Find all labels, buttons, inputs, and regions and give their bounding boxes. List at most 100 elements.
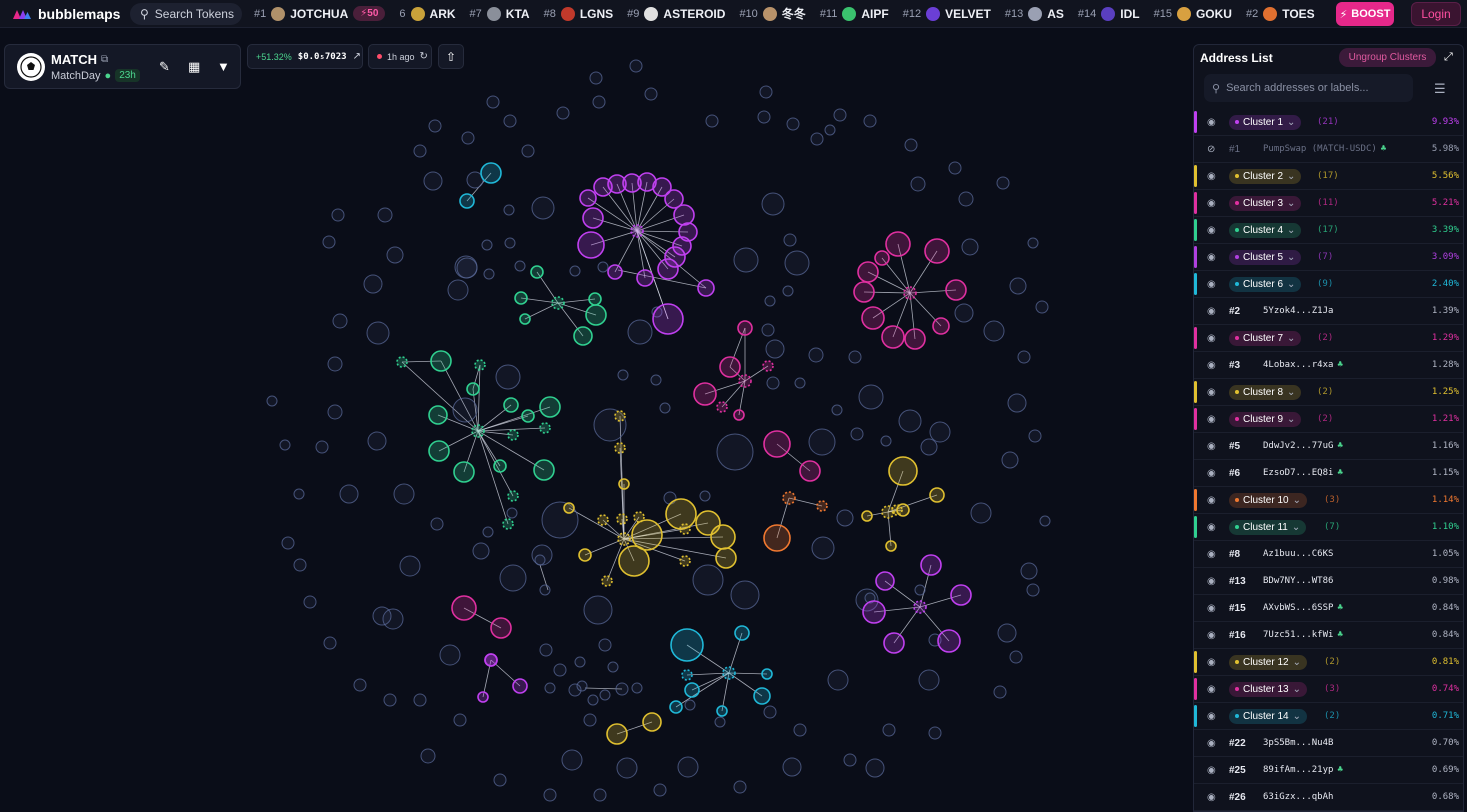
cluster-hub-bubble[interactable]	[722, 666, 736, 680]
address-row[interactable]: ◉ #5 DdwJv2...77uG ♣ 1.16%	[1194, 433, 1463, 460]
login-button[interactable]: Login	[1411, 2, 1461, 26]
neutral-bubble[interactable]	[948, 161, 962, 175]
eye-icon[interactable]: ◉	[1207, 171, 1216, 182]
eye-icon[interactable]: ◉	[1207, 549, 1216, 560]
eye-icon[interactable]: ◉	[1207, 306, 1216, 317]
neutral-bubble[interactable]	[574, 656, 586, 668]
eye-icon[interactable]: ◉	[1207, 603, 1216, 614]
neutral-bubble[interactable]	[514, 260, 526, 272]
neutral-bubble[interactable]	[315, 440, 329, 454]
neutral-bubble[interactable]	[521, 144, 535, 158]
neutral-bubble[interactable]	[954, 303, 974, 323]
cluster-row[interactable]: ◉ Cluster 7 ⌄ (2) 1.29%	[1194, 325, 1463, 352]
cluster-bubble[interactable]	[484, 653, 498, 667]
neutral-bubble[interactable]	[784, 250, 810, 276]
neutral-bubble[interactable]	[836, 509, 854, 527]
cluster-bubble[interactable]	[693, 382, 717, 406]
neutral-bubble[interactable]	[327, 404, 343, 420]
cluster-bubble[interactable]	[512, 678, 528, 694]
ticker-item[interactable]: #9 ASTEROID	[627, 6, 725, 21]
neutral-bubble[interactable]	[827, 669, 849, 691]
neutral-bubble[interactable]	[279, 439, 291, 451]
cluster-bubble[interactable]	[614, 410, 626, 422]
neutral-bubble[interactable]	[430, 517, 444, 531]
neutral-bubble[interactable]	[383, 693, 397, 707]
neutral-bubble[interactable]	[495, 364, 521, 390]
cluster-bubble[interactable]	[763, 524, 791, 552]
neutral-bubble[interactable]	[766, 376, 780, 390]
neutral-bubble[interactable]	[372, 606, 392, 626]
bubble-map-graph[interactable]	[0, 30, 1190, 812]
cluster-row[interactable]: ◉ Cluster 12 ⌄ (2) 0.81%	[1194, 649, 1463, 676]
cluster-bubble[interactable]	[606, 723, 628, 745]
cluster-bubble[interactable]	[885, 540, 897, 552]
ticker-item[interactable]: #1 JOTCHUA ⚡50	[254, 6, 386, 21]
neutral-bubble[interactable]	[617, 369, 629, 381]
cluster-row[interactable]: ◉ Cluster 10 ⌄ (3) 1.14%	[1194, 487, 1463, 514]
neutral-bubble[interactable]	[863, 114, 877, 128]
cluster-bubble[interactable]	[681, 669, 693, 681]
cluster-bubble[interactable]	[588, 292, 602, 306]
neutral-bubble[interactable]	[961, 238, 979, 256]
eye-icon[interactable]: ◉	[1207, 576, 1216, 587]
address-search-input[interactable]: ⚲ Search addresses or labels...	[1204, 74, 1413, 102]
eye-icon[interactable]: ◉	[1207, 522, 1216, 533]
neutral-bubble[interactable]	[730, 580, 760, 610]
neutral-bubble[interactable]	[331, 208, 345, 222]
cluster-bubble[interactable]	[539, 396, 561, 418]
neutral-bubble[interactable]	[504, 237, 516, 249]
cluster-row[interactable]: ◉ Cluster 3 ⌄ (11) 5.21%	[1194, 190, 1463, 217]
neutral-bubble[interactable]	[266, 395, 278, 407]
neutral-bubble[interactable]	[452, 397, 478, 423]
cluster-pill[interactable]: Cluster 1 ⌄	[1229, 114, 1302, 130]
neutral-bubble[interactable]	[865, 758, 885, 778]
neutral-bubble[interactable]	[428, 119, 442, 133]
neutral-bubble[interactable]	[810, 132, 824, 146]
ticker-item[interactable]: #8 LGNS	[544, 6, 613, 21]
eye-icon[interactable]: ◉	[1207, 630, 1216, 641]
cluster-bubble[interactable]	[670, 628, 704, 662]
address-row[interactable]: ◉ #22 3pS5Bm...Nu4B 0.70%	[1194, 730, 1463, 757]
eye-icon[interactable]: ◉	[1207, 198, 1216, 209]
cluster-bubble[interactable]	[502, 518, 514, 530]
cluster-bubble[interactable]	[862, 600, 886, 624]
address-row[interactable]: ◉ #3 4Lobax...r4xa ♣ 1.28%	[1194, 352, 1463, 379]
eye-icon[interactable]: ◉	[1207, 495, 1216, 506]
cluster-hub-bubble[interactable]	[617, 532, 631, 546]
sliders-icon[interactable]: ☰	[1434, 81, 1446, 97]
cluster-pill[interactable]: Cluster 2 ⌄	[1229, 168, 1302, 184]
neutral-bubble[interactable]	[303, 595, 317, 609]
cluster-bubble[interactable]	[519, 313, 531, 325]
neutral-bubble[interactable]	[589, 71, 603, 85]
cluster-bubble[interactable]	[874, 250, 890, 266]
cluster-bubble[interactable]	[585, 304, 607, 326]
neutral-bubble[interactable]	[759, 85, 773, 99]
eye-icon[interactable]: ◉	[1207, 252, 1216, 263]
cluster-row[interactable]: ◉ Cluster 11 ⌄ (7) 1.10%	[1194, 514, 1463, 541]
neutral-bubble[interactable]	[782, 285, 794, 297]
neutral-bubble[interactable]	[377, 207, 393, 223]
cluster-pill[interactable]: Cluster 12 ⌄	[1229, 654, 1307, 670]
cluster-pill[interactable]: Cluster 4 ⌄	[1229, 222, 1302, 238]
neutral-bubble[interactable]	[332, 313, 348, 329]
cluster-bubble[interactable]	[697, 279, 715, 297]
cluster-bubble[interactable]	[466, 382, 480, 396]
cluster-bubble[interactable]	[920, 554, 942, 576]
cluster-bubble[interactable]	[679, 555, 691, 567]
neutral-bubble[interactable]	[786, 117, 800, 131]
eye-icon[interactable]: ◉	[1207, 792, 1216, 803]
app-logo[interactable]: bubblemaps	[0, 6, 128, 22]
cluster-bubble[interactable]	[616, 513, 628, 525]
cluster-hub-bubble[interactable]	[738, 374, 752, 388]
cluster-bubble[interactable]	[881, 325, 905, 349]
cluster-bubble[interactable]	[642, 712, 662, 732]
cluster-row[interactable]: ◉ Cluster 14 ⌄ (2) 0.71%	[1194, 703, 1463, 730]
neutral-bubble[interactable]	[472, 542, 490, 560]
neutral-bubble[interactable]	[794, 377, 806, 389]
neutral-bubble[interactable]	[761, 192, 785, 216]
eye-icon[interactable]: ◉	[1207, 765, 1216, 776]
cluster-bubble[interactable]	[633, 511, 645, 523]
cluster-bubble[interactable]	[430, 350, 452, 372]
neutral-bubble[interactable]	[763, 705, 777, 719]
neutral-bubble[interactable]	[616, 757, 638, 779]
